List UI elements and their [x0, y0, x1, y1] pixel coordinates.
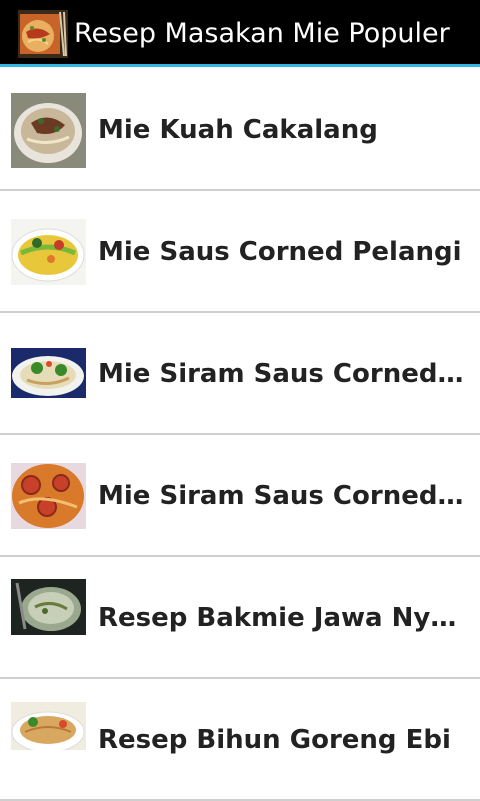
noodle-broccoli-photo [11, 348, 86, 398]
recipe-title: Mie Saus Corned Pelangi [98, 237, 462, 267]
bakmie-jawa-photo [11, 579, 86, 635]
list-item[interactable]: Resep Bakmie Jawa Nyemek [0, 557, 480, 679]
app-title: Resep Masakan Mie Populer [74, 18, 450, 49]
list-item[interactable]: Resep Bihun Goreng Ebi [0, 679, 480, 801]
recipe-list: Mie Kuah Cakalang Mie Saus Corned Pelang… [0, 69, 480, 801]
recipe-title: Mie Siram Saus Corned Te... [98, 481, 470, 511]
noodle-tomato-photo [11, 463, 86, 529]
recipe-title: Mie Kuah Cakalang [98, 115, 378, 145]
action-bar: Resep Masakan Mie Populer [0, 0, 480, 67]
list-item[interactable]: Mie Siram Saus Corned Br... [0, 313, 480, 435]
noodle-dish-icon[interactable] [18, 10, 68, 58]
rainbow-noodle-photo [11, 219, 86, 285]
recipe-title: Mie Siram Saus Corned Br... [98, 359, 470, 389]
recipe-title: Resep Bakmie Jawa Nyemek [98, 603, 470, 633]
list-item[interactable]: Mie Siram Saus Corned Te... [0, 435, 480, 557]
list-item[interactable]: Mie Saus Corned Pelangi [0, 191, 480, 313]
fried-vermicelli-photo [11, 702, 86, 750]
recipe-title: Resep Bihun Goreng Ebi [98, 725, 451, 755]
noodle-soup-photo [11, 93, 86, 168]
list-item[interactable]: Mie Kuah Cakalang [0, 69, 480, 191]
